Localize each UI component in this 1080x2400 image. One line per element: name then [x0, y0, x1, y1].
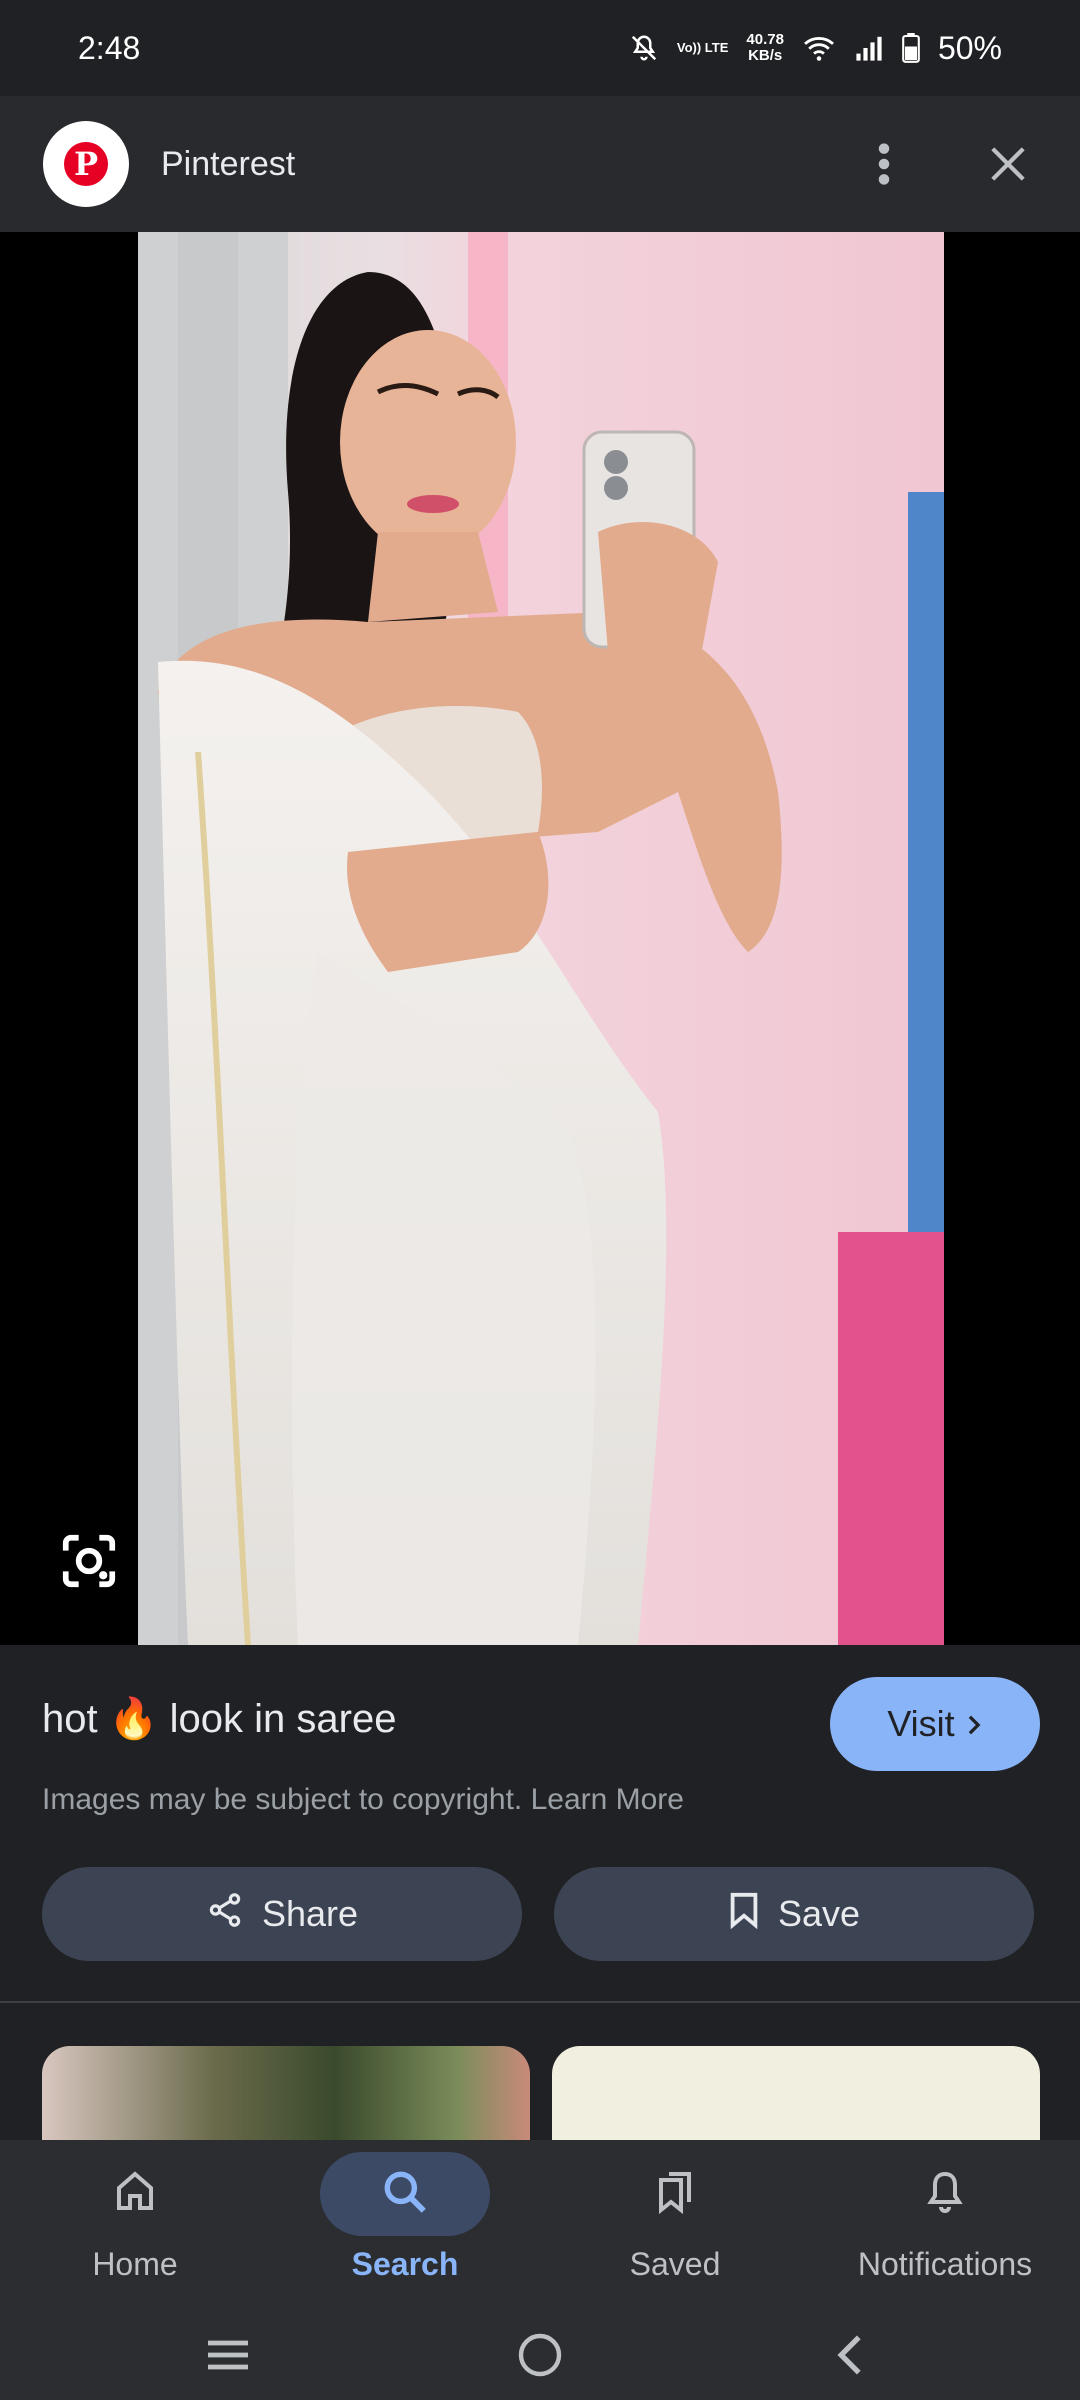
status-icons: Vo)) LTE 40.78 KB/s 50%	[629, 30, 1002, 67]
net-speed-value: 40.78	[746, 31, 784, 48]
share-icon	[206, 1891, 244, 1938]
recent-apps-icon[interactable]	[198, 2330, 258, 2380]
more-options-icon[interactable]	[852, 132, 916, 196]
source-title[interactable]: Pinterest	[161, 145, 852, 184]
network-speed: 40.78 KB/s	[746, 32, 784, 64]
save-button[interactable]: Save	[554, 1867, 1034, 1961]
close-icon[interactable]	[976, 132, 1040, 196]
visit-button-label: Visit	[887, 1703, 955, 1744]
section-divider	[0, 2001, 1080, 2003]
mute-icon	[629, 33, 659, 63]
battery-icon	[902, 33, 920, 63]
nav-search-pill	[320, 2152, 490, 2236]
volte-indicator: Vo)) LTE	[676, 40, 729, 55]
bottom-navigation: Home Search Saved Notifications	[0, 2140, 1080, 2310]
nav-home-pill	[50, 2152, 220, 2236]
nav-home-label: Home	[92, 2246, 178, 2282]
preview-photo[interactable]	[138, 232, 944, 1645]
bookmark-icon	[728, 1891, 760, 1938]
nav-home[interactable]: Home	[0, 2140, 270, 2310]
source-header: P Pinterest	[0, 96, 1080, 232]
nav-saved[interactable]: Saved	[540, 2140, 810, 2310]
battery-percent: 50%	[937, 29, 1002, 66]
nav-saved-label: Saved	[629, 2246, 721, 2282]
home-icon	[111, 2168, 159, 2221]
nav-notifications-pill	[860, 2152, 1030, 2236]
nav-notifications[interactable]: Notifications	[810, 2140, 1080, 2310]
status-bar: 2:48 Vo)) LTE 40.78 KB/s 50%	[0, 0, 1080, 96]
related-image-2[interactable]	[552, 2046, 1040, 2140]
signal-icon	[854, 34, 884, 62]
chevron-right-icon	[965, 1703, 983, 1745]
saved-icon	[651, 2168, 699, 2221]
google-lens-icon[interactable]	[58, 1530, 120, 1592]
image-preview[interactable]	[0, 232, 1080, 1645]
bell-icon	[921, 2168, 969, 2221]
home-button-icon[interactable]	[510, 2330, 570, 2380]
share-button-label: Share	[261, 1893, 359, 1934]
search-icon	[380, 2167, 430, 2222]
image-title: hot 🔥 look in saree	[42, 1697, 397, 1741]
related-image-1[interactable]	[42, 2046, 530, 2140]
pinterest-logo-mark: P	[64, 142, 108, 186]
pinterest-logo[interactable]: P	[43, 121, 129, 207]
visit-button[interactable]: Visit	[830, 1677, 1040, 1771]
copyright-notice[interactable]: Images may be subject to copyright. Lear…	[42, 1783, 684, 1817]
net-speed-unit: KB/s	[748, 47, 783, 64]
back-icon[interactable]	[820, 2330, 880, 2380]
nav-saved-pill	[590, 2152, 760, 2236]
status-time: 2:48	[78, 29, 141, 66]
system-navigation-bar	[0, 2310, 1080, 2400]
share-button[interactable]: Share	[42, 1867, 522, 1961]
nav-notifications-label: Notifications	[857, 2246, 1033, 2282]
wifi-icon	[802, 34, 836, 62]
nav-search[interactable]: Search	[270, 2140, 540, 2310]
image-info-panel: hot 🔥 look in saree Visit Images may be …	[0, 1645, 1080, 2000]
save-button-label: Save	[777, 1893, 861, 1934]
nav-search-label: Search	[351, 2246, 459, 2282]
